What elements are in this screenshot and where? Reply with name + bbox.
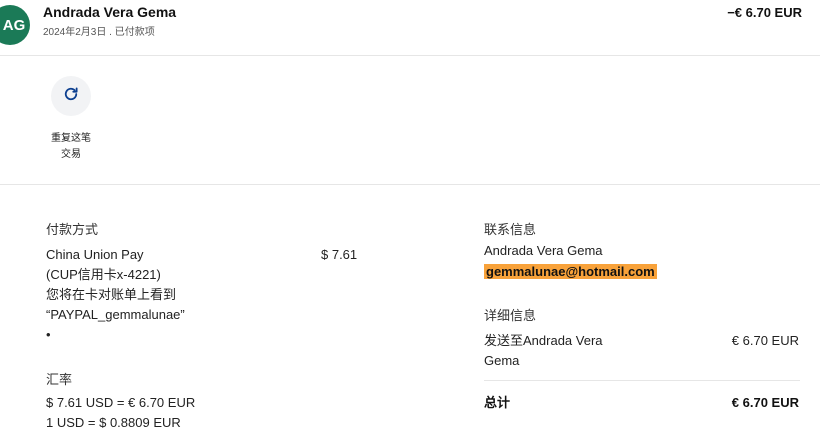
payment-amount: $ 7.61 <box>321 247 358 262</box>
payment-card-info: (CUP信用卡x-4221) <box>46 267 161 282</box>
statement-note: 您将在卡对账单上看到 <box>46 287 177 302</box>
exchange-rate-line1: $ 7.61 USD = € 6.70 EUR <box>46 395 196 410</box>
repeat-transaction-button[interactable] <box>51 76 91 116</box>
transaction-date-status: 2024年2月3日 . 已付款项 <box>43 27 155 38</box>
payment-method-details: China Union Pay (CUP信用卡x-4221) 您将在卡对账单上看… <box>46 245 286 345</box>
repeat-label-line1: 重复这笔 <box>51 133 91 144</box>
payment-method-name: China Union Pay <box>46 247 144 262</box>
details-divider <box>484 380 800 381</box>
bullet: • <box>46 327 51 342</box>
sent-amount: € 6.70 EUR <box>731 333 799 348</box>
sent-to-line1: 发送至Andrada Vera <box>484 333 603 348</box>
repeat-label-line2: 交易 <box>61 149 81 160</box>
total-amount: € 6.70 EUR <box>731 395 799 410</box>
divider <box>0 55 820 56</box>
sent-to-line2: Gema <box>484 353 520 368</box>
exchange-rate-title: 汇率 <box>46 372 73 387</box>
avatar: AG <box>0 5 30 45</box>
details-title: 详细信息 <box>484 308 537 323</box>
sent-to-label: 发送至Andrada Vera Gema <box>484 331 684 371</box>
contact-info-name: Andrada Vera Gema <box>484 243 603 258</box>
contact-info-title: 联系信息 <box>484 222 537 237</box>
exchange-rate-line2: 1 USD = $ 0.8809 EUR <box>46 415 181 430</box>
exchange-rate-details: $ 7.61 USD = € 6.70 EUR 1 USD = $ 0.8809… <box>46 393 195 433</box>
contact-info-email-wrap: gemmalunae@hotmail.com <box>484 262 657 282</box>
repeat-transaction-label[interactable]: 重复这笔 交易 <box>40 131 102 163</box>
refresh-icon <box>62 85 80 108</box>
total-label: 总计 <box>484 395 511 410</box>
divider <box>0 184 820 185</box>
transaction-amount: −€ 6.70 EUR <box>727 5 802 20</box>
payment-method-title: 付款方式 <box>46 222 99 237</box>
contact-name: Andrada Vera Gema <box>43 4 177 20</box>
statement-descriptor: “PAYPAL_gemmalunae” <box>46 307 185 322</box>
contact-email[interactable]: gemmalunae@hotmail.com <box>484 264 657 279</box>
